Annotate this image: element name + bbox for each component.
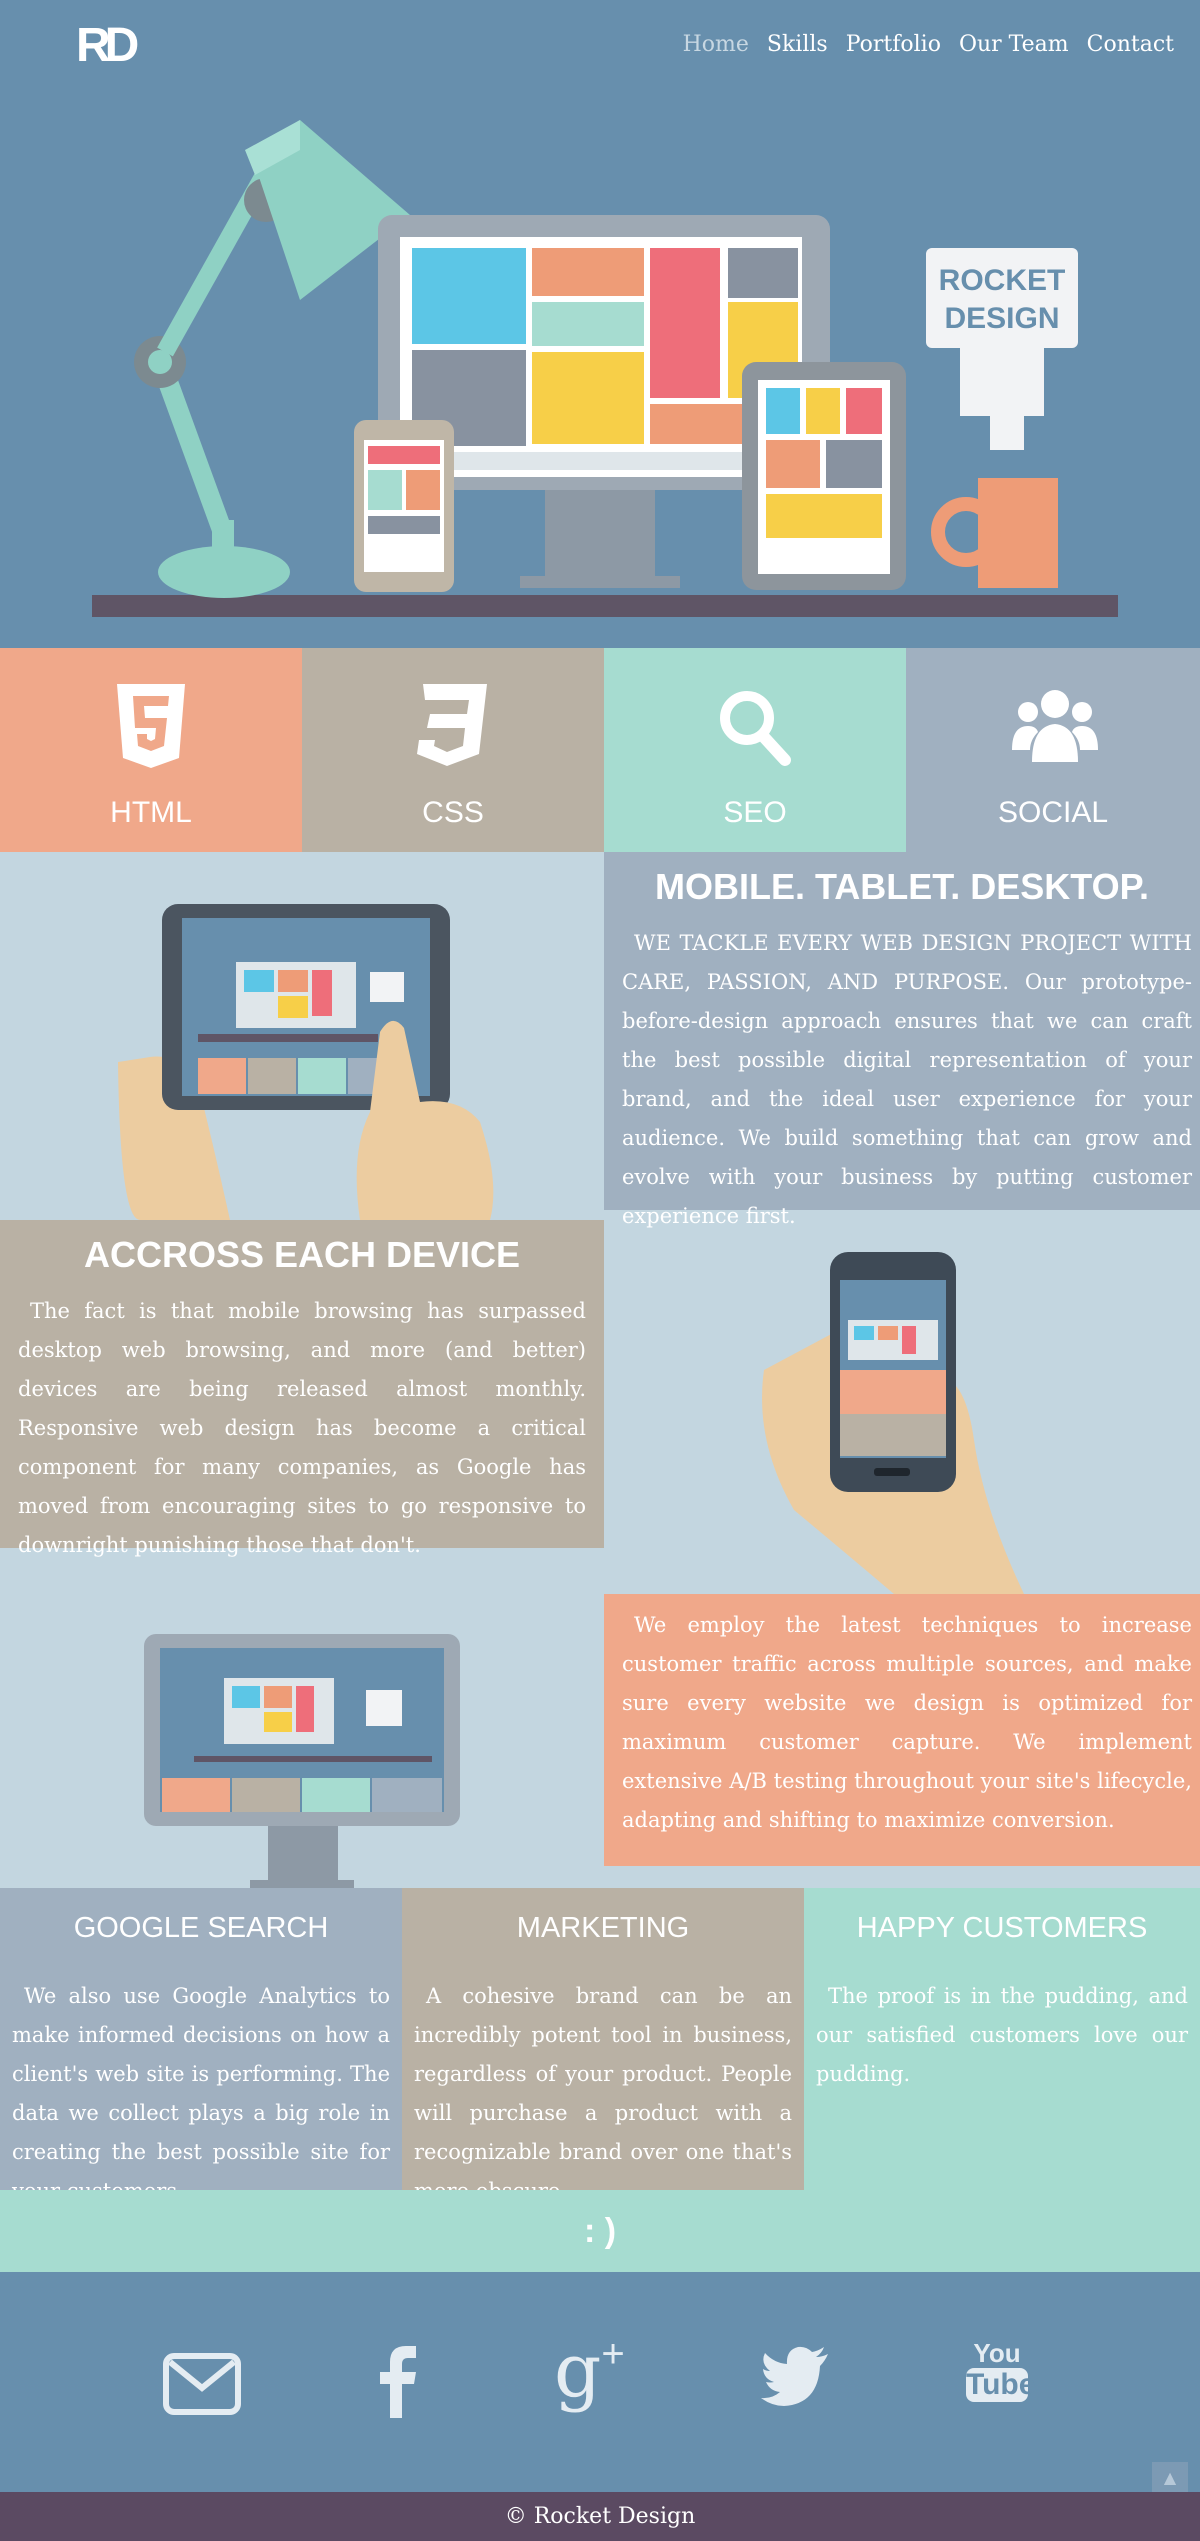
column-google-search: GOOGLE SEARCH We also use Google Analyti… [0, 1888, 402, 2203]
youtube-icon-tube: Tube [966, 2368, 1036, 2402]
column-marketing-title: MARKETING [516, 1912, 690, 1944]
sign-line1: ROCKET [939, 264, 1066, 297]
tablet-hand-illustration [118, 904, 494, 1220]
google-plus-icon[interactable]: g+ [554, 2334, 625, 2408]
techniques-panel: We employ the latest techniques to incre… [604, 1594, 1200, 1866]
tile-social[interactable]: SOCIAL [906, 648, 1200, 852]
tile-seo[interactable]: SEO [604, 648, 906, 852]
column-google-search-text: We also use Google Analytics to make inf… [12, 1984, 390, 2203]
phone-hand-illustration [762, 1252, 1024, 1594]
column-marketing: MARKETING A cohesive brand can be an inc… [402, 1888, 804, 2203]
tile-html[interactable]: HTML [0, 648, 302, 852]
smiley-band: : ) [0, 2190, 1200, 2272]
sign-line2: DESIGN [944, 302, 1059, 335]
mobile-panel: MOBILE. TABLET. DESKTOP. WE TACKLE EVERY… [604, 852, 1200, 1228]
mail-icon[interactable] [162, 2352, 242, 2416]
techniques-panel-text: We employ the latest techniques to incre… [622, 1613, 1192, 1832]
copyright-text: © Rocket Design [504, 2504, 696, 2529]
hero-illustration: ROCKET DESIGN [92, 120, 1118, 617]
css3-icon [417, 684, 487, 766]
group-icon [1012, 690, 1098, 762]
tile-html-label: HTML [110, 796, 192, 829]
column-happy-customers-title: HAPPY CUSTOMERS [856, 1912, 1148, 1944]
column-marketing-text: A cohesive brand can be an incredibly po… [414, 1984, 792, 2203]
mobile-panel-title: MOBILE. TABLET. DESKTOP. [654, 866, 1150, 907]
tile-css[interactable]: CSS [302, 648, 604, 852]
tile-social-label: SOCIAL [997, 796, 1109, 829]
youtube-icon[interactable]: You Tube [966, 2338, 1036, 2402]
tile-css-label: CSS [422, 796, 484, 829]
column-happy-customers-text: The proof is in the pudding, and our sat… [816, 1984, 1188, 2086]
mobile-panel-text: WE TACKLE EVERY WEB DESIGN PROJECT WITH … [622, 931, 1192, 1228]
copyright-bar: © Rocket Design [0, 2492, 1200, 2541]
device-panel-title: ACCROSS EACH DEVICE [83, 1234, 521, 1275]
column-google-search-title: GOOGLE SEARCH [73, 1912, 329, 1944]
twitter-icon[interactable] [760, 2346, 830, 2406]
social-footer: g+ You Tube ▲ [0, 2272, 1200, 2494]
device-panel-text: The fact is that mobile browsing has sur… [18, 1299, 586, 1557]
device-panel: ACCROSS EACH DEVICE The fact is that mob… [0, 1220, 604, 1557]
search-icon [720, 691, 791, 766]
smiley-text: : ) [583, 2212, 617, 2250]
html5-icon [117, 684, 185, 768]
youtube-icon-you: You [973, 2338, 1021, 2368]
back-to-top-button[interactable]: ▲ [1152, 2462, 1188, 2494]
tile-seo-label: SEO [723, 796, 787, 829]
facebook-icon[interactable] [372, 2340, 422, 2420]
desktop-illustration [144, 1634, 460, 1888]
hero-section: RD Home Skills Portfolio Our Team Contac… [0, 0, 1200, 648]
